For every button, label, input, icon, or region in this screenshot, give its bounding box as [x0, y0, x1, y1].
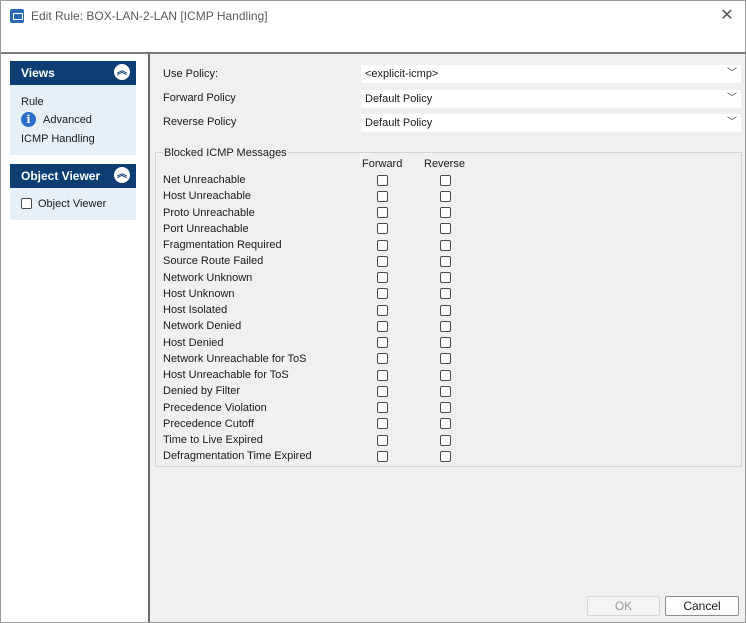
sidebar-item-rule[interactable]: Rule — [21, 96, 44, 108]
forward-checkbox[interactable] — [377, 272, 388, 283]
reverse-policy-label: Reverse Policy — [163, 116, 237, 128]
reverse-checkbox[interactable] — [440, 255, 451, 267]
reverse-checkbox[interactable] — [440, 369, 451, 381]
forward-column-header: Forward — [362, 158, 403, 170]
icmp-row-label: Network Denied — [163, 320, 242, 333]
blocked-icmp-group: Blocked ICMP Messages Forward Reverse Ne… — [155, 147, 742, 467]
forward-checkbox[interactable] — [377, 207, 388, 218]
forward-checkbox[interactable] — [377, 255, 388, 267]
window-title: Edit Rule: BOX-LAN-2-LAN [ICMP Handling] — [31, 9, 268, 23]
object-viewer-panel: Object Viewer ︽ Object Viewer — [10, 164, 136, 220]
object-viewer-checkbox[interactable] — [21, 198, 32, 209]
title-bar: Edit Rule: BOX-LAN-2-LAN [ICMP Handling]… — [1, 1, 745, 32]
blocked-icmp-title: Blocked ICMP Messages — [163, 147, 288, 159]
forward-checkbox[interactable] — [377, 353, 388, 365]
toolbar-strip — [1, 32, 745, 54]
info-icon: i — [21, 112, 36, 127]
main-content: Use Policy: <explicit-icmp> ﹀ Forward Po… — [150, 54, 745, 622]
reverse-checkbox[interactable] — [440, 288, 451, 300]
reverse-checkbox[interactable] — [440, 353, 451, 365]
forward-policy-select[interactable]: Default Policy ﹀ — [361, 90, 741, 108]
reverse-checkbox[interactable] — [440, 337, 451, 348]
icmp-row-label: Defragmentation Time Expired — [163, 450, 312, 463]
reverse-column-header: Reverse — [424, 158, 465, 170]
reverse-policy-select[interactable]: Default Policy ﹀ — [361, 114, 741, 132]
reverse-checkbox[interactable] — [440, 207, 451, 218]
forward-checkbox[interactable] — [377, 239, 388, 251]
sidebar: Views ︽ Rule i Advanced ICMP Handling Ob… — [1, 54, 150, 622]
chevron-down-icon: ﹀ — [727, 68, 737, 79]
icmp-row-label: Net Unreachable — [163, 174, 246, 186]
icmp-row-label: Proto Unreachable — [163, 206, 255, 219]
app-icon — [10, 9, 24, 23]
use-policy-label: Use Policy: — [163, 68, 219, 80]
forward-checkbox[interactable] — [377, 450, 388, 462]
forward-checkbox[interactable] — [377, 418, 388, 430]
icmp-row-label: Host Unreachable for ToS — [163, 369, 289, 381]
reverse-checkbox[interactable] — [440, 223, 451, 235]
icmp-row-label: Port Unreachable — [163, 222, 249, 235]
close-icon[interactable]: ✕ — [717, 6, 737, 26]
icmp-row-label: Network Unknown — [163, 271, 253, 284]
forward-checkbox[interactable] — [377, 304, 388, 316]
icmp-row-label: Fragmentation Required — [163, 239, 282, 251]
reverse-checkbox[interactable] — [440, 320, 451, 332]
views-panel-title: Views — [21, 66, 55, 80]
reverse-checkbox[interactable] — [440, 190, 451, 202]
forward-checkbox[interactable] — [377, 288, 388, 300]
reverse-checkbox[interactable] — [440, 304, 451, 316]
forward-checkbox[interactable] — [377, 337, 388, 348]
forward-checkbox[interactable] — [377, 190, 388, 202]
ok-button[interactable]: OK — [587, 596, 660, 616]
sidebar-item-icmp-handling[interactable]: ICMP Handling — [21, 133, 95, 145]
reverse-policy-value: Default Policy — [365, 117, 433, 129]
reverse-checkbox[interactable] — [440, 450, 451, 462]
chevron-down-icon: ﹀ — [727, 93, 737, 104]
forward-checkbox[interactable] — [377, 369, 388, 381]
use-policy-value: <explicit-icmp> — [365, 68, 439, 80]
reverse-checkbox[interactable] — [440, 385, 451, 397]
icmp-row-label: Source Route Failed — [163, 255, 264, 268]
object-viewer-panel-title: Object Viewer — [21, 169, 101, 183]
reverse-checkbox[interactable] — [440, 418, 451, 430]
reverse-checkbox[interactable] — [440, 239, 451, 251]
reverse-checkbox[interactable] — [440, 434, 451, 446]
use-policy-select[interactable]: <explicit-icmp> ﹀ — [361, 65, 741, 83]
forward-checkbox[interactable] — [377, 385, 388, 397]
forward-checkbox[interactable] — [377, 223, 388, 235]
forward-checkbox[interactable] — [377, 434, 388, 446]
edit-rule-dialog: Edit Rule: BOX-LAN-2-LAN [ICMP Handling]… — [0, 0, 746, 623]
forward-policy-label: Forward Policy — [163, 92, 236, 104]
forward-policy-value: Default Policy — [365, 93, 433, 105]
object-viewer-panel-header[interactable]: Object Viewer ︽ — [10, 164, 136, 188]
collapse-chevron-icon[interactable]: ︽ — [114, 167, 130, 183]
reverse-checkbox[interactable] — [440, 272, 451, 283]
reverse-checkbox[interactable] — [440, 174, 451, 186]
icmp-row-label: Time to Live Expired — [163, 434, 263, 446]
sidebar-item-advanced[interactable]: Advanced — [43, 114, 92, 126]
icmp-row-label: Host Unknown — [163, 287, 235, 300]
chevron-down-icon: ﹀ — [727, 117, 737, 128]
icmp-row-label: Host Isolated — [163, 304, 228, 316]
icmp-row-label: Precedence Cutoff — [163, 417, 254, 430]
cancel-button[interactable]: Cancel — [665, 596, 739, 616]
icmp-row-label: Host Denied — [163, 336, 224, 349]
object-viewer-checkbox-label: Object Viewer — [38, 198, 107, 210]
reverse-checkbox[interactable] — [440, 402, 451, 413]
icmp-row-label: Denied by Filter — [163, 385, 241, 398]
icmp-row-label: Precedence Violation — [163, 401, 267, 414]
forward-checkbox[interactable] — [377, 174, 388, 186]
collapse-chevron-icon[interactable]: ︽ — [114, 64, 130, 80]
views-panel: Views ︽ Rule i Advanced ICMP Handling — [10, 61, 136, 155]
icmp-row-label: Host Unreachable — [163, 190, 252, 203]
forward-checkbox[interactable] — [377, 402, 388, 413]
forward-checkbox[interactable] — [377, 320, 388, 332]
views-panel-header[interactable]: Views ︽ — [10, 61, 136, 85]
icmp-row-label: Network Unreachable for ToS — [163, 352, 307, 365]
